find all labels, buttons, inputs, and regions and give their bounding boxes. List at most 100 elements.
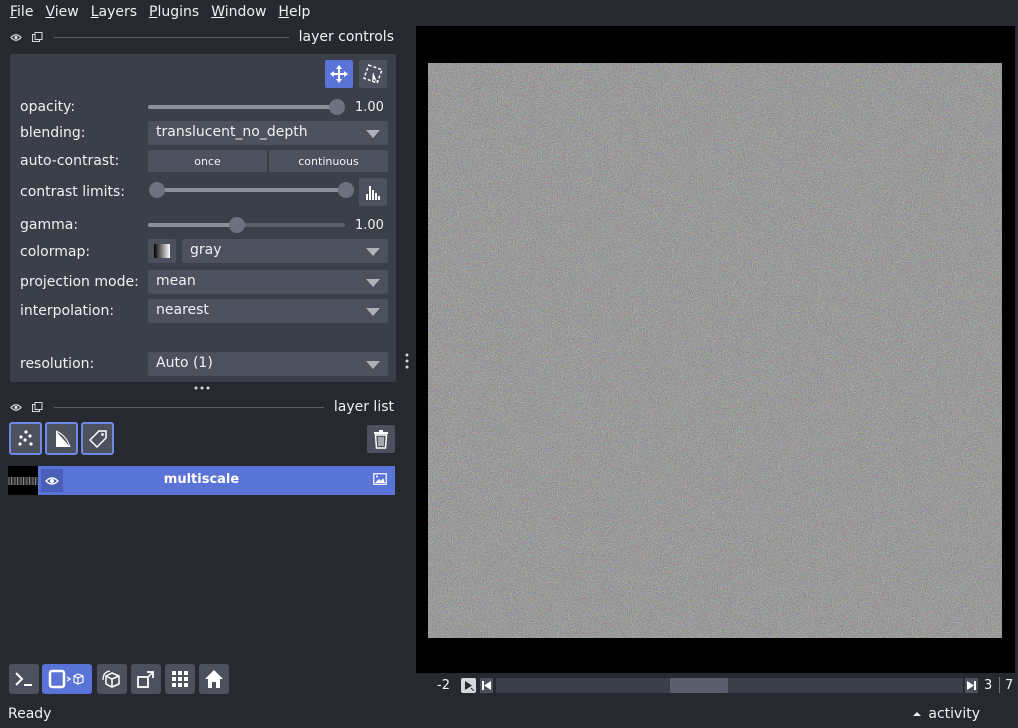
eye-icon[interactable] [8,30,24,44]
square-cube-icon [48,669,84,689]
menu-window[interactable]: Window [205,4,272,20]
layer-controls-panel: opacity: 1.00 blending: translucent_no_d… [10,54,396,382]
chevron-down-icon [366,248,380,256]
dims-axis-label: -2 [437,678,450,693]
blending-select[interactable]: translucent_no_depth [148,121,388,145]
menu-help[interactable]: Help [272,4,316,20]
new-labels-layer-button[interactable] [81,422,114,455]
auto-contrast-once-button[interactable]: once [148,150,267,172]
cube-rotate-icon [102,670,120,688]
step-back-button[interactable] [480,678,493,693]
new-points-layer-button[interactable] [9,422,42,455]
pan-zoom-button[interactable] [325,60,353,88]
float-icon[interactable] [29,30,45,44]
image-icon [373,473,387,489]
menu-plugins[interactable]: Plugins [143,4,205,20]
menu-view[interactable]: View [39,4,84,20]
chevron-down-icon [366,130,380,138]
layer-list-title: layer list [333,399,394,415]
new-shapes-layer-button[interactable] [45,422,78,455]
terminal-icon [15,672,32,686]
opacity-label: opacity: [20,99,76,115]
float-icon[interactable] [29,400,45,414]
gamma-slider[interactable] [148,223,345,227]
layer-controls-title: layer controls [298,29,394,45]
dims-scrollbar-handle[interactable] [670,678,728,693]
projection-mode-row: projection mode: mean [10,270,396,296]
tag-icon [88,429,107,448]
opacity-slider[interactable] [148,105,338,109]
dims-current-value[interactable]: 3 [984,678,992,693]
eye-icon[interactable] [8,400,24,414]
colormap-select[interactable]: gray [182,239,388,263]
delete-layer-button[interactable] [367,425,395,453]
console-button[interactable] [9,664,39,694]
play-button[interactable] [461,678,476,693]
auto-contrast-label: auto-contrast: [20,153,120,169]
activity-label: activity [928,706,980,722]
step-forward-button[interactable] [965,678,978,693]
noise-image [428,63,1002,638]
vertical-splitter-handle[interactable] [403,352,411,370]
auto-contrast-continuous-button[interactable]: continuous [269,150,388,172]
menu-layers[interactable]: Layers [85,4,143,20]
histogram-button[interactable] [359,178,387,206]
gamma-value[interactable]: 1.00 [355,218,384,233]
menu-file[interactable]: File [4,4,39,20]
activity-button[interactable]: activity [912,706,980,722]
gamma-row: gamma: 1.00 [10,213,396,239]
contrast-limits-high-handle[interactable] [338,182,354,198]
contrast-limits-label: contrast limits: [20,184,125,200]
points-icon [17,429,33,446]
transform-button[interactable] [359,60,387,88]
projection-mode-select[interactable]: mean [148,270,388,294]
header-divider [54,406,324,408]
trash-icon [374,430,388,449]
reset-view-button[interactable] [199,664,229,694]
roll-dims-button[interactable] [97,664,127,694]
contrast-limits-low-handle[interactable] [149,182,165,198]
resolution-select[interactable]: Auto (1) [148,352,388,376]
layer-row-multiscale[interactable]: multiscale [8,466,395,495]
histogram-icon [366,186,380,200]
header-divider [54,36,289,38]
gamma-label: gamma: [20,217,79,233]
contrast-limits-slider[interactable] [152,188,350,192]
gradient-swatch-icon [154,244,170,258]
viewer-canvas[interactable] [416,26,1015,673]
shapes-icon [55,430,70,447]
transpose-icon [137,671,154,688]
grid-icon [172,671,188,687]
dims-slider-row: -2 3 7 [416,675,1018,697]
transpose-dims-button[interactable] [131,664,161,694]
colormap-label: colormap: [20,244,91,260]
menu-bar: File View Layers Plugins Window Help [0,0,1018,24]
status-text: Ready [8,706,52,722]
layer-name[interactable]: multiscale [8,472,395,487]
chevron-down-icon [366,308,380,316]
layer-list-header: layer list [8,397,394,417]
dims-max-value: 7 [1005,678,1014,693]
move-icon [330,65,348,83]
gamma-slider-handle[interactable] [229,217,245,233]
interpolation-label: interpolation: [20,303,115,319]
colormap-row: colormap: gray [10,239,396,265]
projection-mode-label: projection mode: [20,274,139,290]
grid-view-button[interactable] [165,664,195,694]
colormap-swatch[interactable] [148,239,176,263]
home-icon [205,670,223,688]
interpolation-select[interactable]: nearest [148,299,388,323]
ndisplay-toggle-button[interactable] [42,664,92,694]
opacity-slider-handle[interactable] [329,99,345,115]
transform-icon [363,64,383,84]
horizontal-splitter-handle[interactable] [193,384,211,392]
auto-contrast-row: auto-contrast: once continuous [10,149,396,175]
resolution-label: resolution: [20,356,95,372]
opacity-value[interactable]: 1.00 [355,100,384,115]
dims-separator [999,677,1000,693]
dims-scrollbar[interactable] [496,678,963,693]
step-back-icon [482,681,491,690]
chevron-down-icon [366,361,380,369]
step-forward-icon [967,681,976,690]
caret-up-icon [913,712,922,716]
